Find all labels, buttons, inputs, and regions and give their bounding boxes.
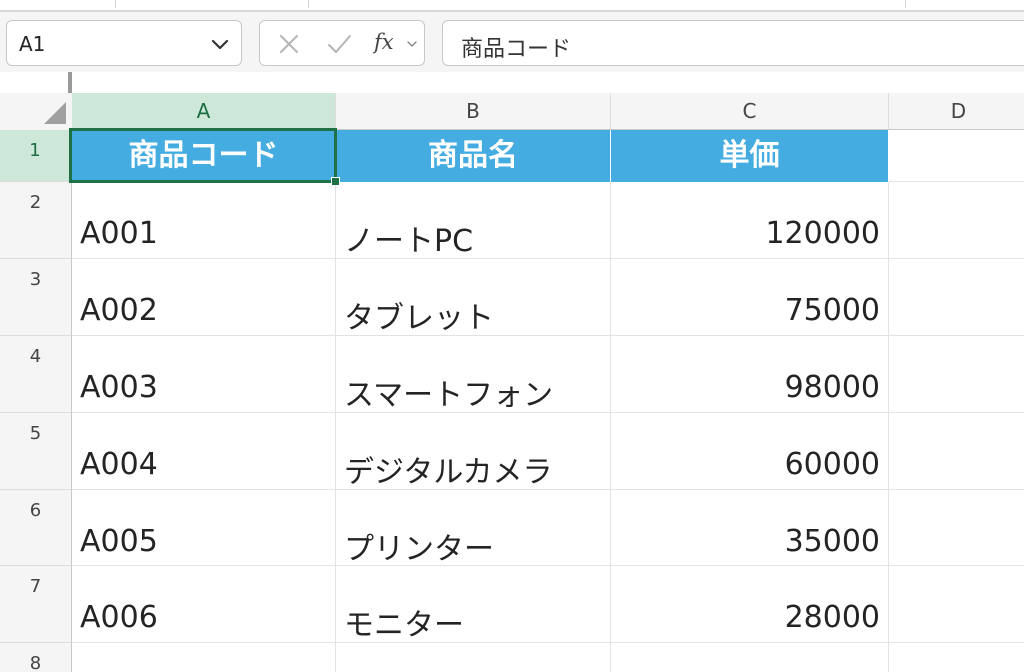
cell-a2[interactable]: A001	[72, 182, 336, 259]
x-icon[interactable]	[276, 31, 302, 57]
active-cell-selection	[69, 128, 337, 183]
cell-a4[interactable]: A003	[72, 336, 336, 413]
function-controls: fx	[259, 20, 425, 66]
row-header-4[interactable]: 4	[0, 336, 72, 413]
column-header-c[interactable]: C	[611, 93, 889, 130]
row-header-7[interactable]: 7	[0, 566, 72, 643]
fill-handle[interactable]	[331, 177, 340, 186]
cell-b4[interactable]: スマートフォン	[336, 336, 611, 413]
fx-icon[interactable]: fx	[374, 30, 394, 54]
column-header-b[interactable]: B	[336, 93, 611, 130]
chevron-down-icon[interactable]	[209, 33, 231, 55]
check-icon[interactable]	[326, 31, 352, 57]
cell-a6[interactable]: A005	[72, 490, 336, 566]
row-header-3[interactable]: 3	[0, 259, 72, 336]
formula-input-value: 商品コード	[461, 37, 572, 62]
cell-d7[interactable]	[889, 566, 1024, 643]
cell-d4[interactable]	[889, 336, 1024, 413]
cell-c3[interactable]: 75000	[611, 259, 889, 336]
select-all-triangle-icon	[44, 102, 66, 124]
formula-bar: A1 fx 商品コード	[0, 12, 1024, 72]
cell-d1[interactable]	[889, 130, 1024, 182]
splitter-handle[interactable]	[68, 72, 72, 93]
select-all-button[interactable]	[0, 93, 72, 130]
cell-a5[interactable]: A004	[72, 413, 336, 490]
cell-c5[interactable]: 60000	[611, 413, 889, 490]
cell-b7[interactable]: モニター	[336, 566, 611, 643]
cell-b8[interactable]	[336, 643, 611, 672]
cell-a8[interactable]	[72, 643, 336, 672]
ribbon-edge	[0, 0, 1024, 12]
cell-b5[interactable]: デジタルカメラ	[336, 413, 611, 490]
cell-d8[interactable]	[889, 643, 1024, 672]
row-header-8[interactable]: 8	[0, 643, 72, 672]
cell-b2[interactable]: ノートPC	[336, 182, 611, 259]
name-box-value: A1	[19, 32, 46, 56]
column-header-a[interactable]: A	[72, 93, 336, 130]
row-header-6[interactable]: 6	[0, 490, 72, 566]
cell-b6[interactable]: プリンター	[336, 490, 611, 566]
cell-a7[interactable]: A006	[72, 566, 336, 643]
chevron-down-icon[interactable]	[406, 38, 418, 50]
cell-d3[interactable]	[889, 259, 1024, 336]
cell-c2[interactable]: 120000	[611, 182, 889, 259]
name-box[interactable]: A1	[6, 20, 242, 66]
cell-c4[interactable]: 98000	[611, 336, 889, 413]
cell-a3[interactable]: A002	[72, 259, 336, 336]
formula-input[interactable]: 商品コード	[442, 20, 1024, 66]
cell-b3[interactable]: タブレット	[336, 259, 611, 336]
cell-c6[interactable]: 35000	[611, 490, 889, 566]
cell-c7[interactable]: 28000	[611, 566, 889, 643]
row-header-5[interactable]: 5	[0, 413, 72, 490]
column-header-d[interactable]: D	[889, 93, 1024, 130]
row-header-1[interactable]: 1	[0, 130, 72, 182]
cell-d5[interactable]	[889, 413, 1024, 490]
row-header-2[interactable]: 2	[0, 182, 72, 259]
cell-d6[interactable]	[889, 490, 1024, 566]
cell-c1[interactable]: 単価	[611, 130, 889, 182]
cell-c8[interactable]	[611, 643, 889, 672]
cell-d2[interactable]	[889, 182, 1024, 259]
cell-b1[interactable]: 商品名	[336, 130, 611, 182]
spreadsheet-window: A1 fx 商品コード A B C D 1 2 3 4 5 6 7 8 商品コー…	[0, 0, 1024, 672]
